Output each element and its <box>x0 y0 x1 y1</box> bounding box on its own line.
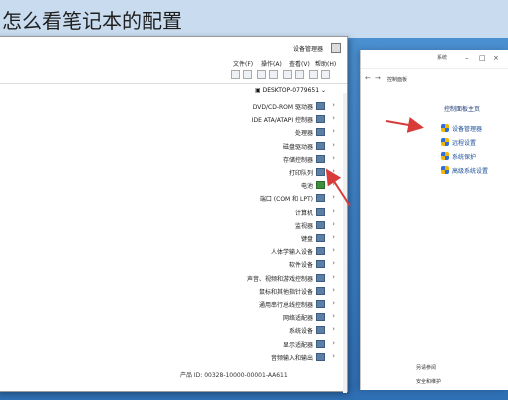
arrow-to-device-manager <box>385 117 424 133</box>
arrow-to-battery <box>325 168 351 207</box>
annotation-arrows <box>325 117 424 207</box>
